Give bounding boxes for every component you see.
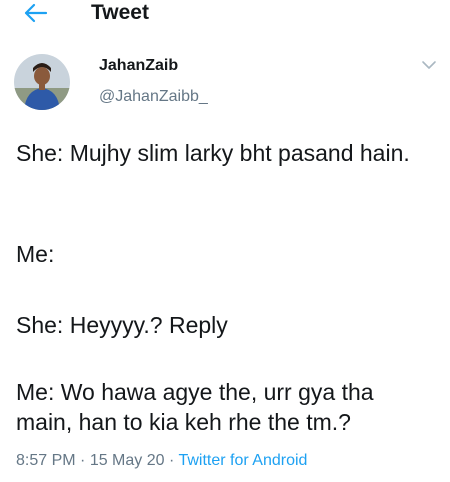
meta-separator: · [164, 452, 179, 469]
author-handle[interactable]: @JahanZaibb_ [99, 88, 208, 106]
tweet-menu-button[interactable] [420, 58, 438, 72]
top-bar: Tweet [0, 0, 450, 34]
back-button[interactable] [22, 1, 50, 25]
tweet-source-link[interactable]: Twitter for Android [178, 452, 307, 469]
avatar[interactable] [14, 54, 70, 110]
arrow-left-icon [24, 3, 48, 23]
meta-separator: · [75, 452, 90, 469]
chevron-down-icon [422, 61, 436, 69]
profile-photo [14, 54, 70, 110]
tweet-paragraph: Me: [16, 241, 55, 267]
author-display-name[interactable]: JahanZaib [99, 57, 178, 75]
page-title: Tweet [91, 1, 149, 24]
tweet-metadata: 8:57 PM · 15 May 20 · Twitter for Androi… [16, 452, 307, 470]
tweet-date: 15 May 20 [89, 452, 165, 469]
tweet-paragraph: She: Heyyyy.? Reply [16, 312, 228, 338]
tweet-paragraph: Me: Wo hawa agye the, urr gya tha main, … [16, 379, 374, 435]
tweet-paragraph: She: Mujhy slim larky bht pasand hain. [16, 140, 410, 166]
tweet-time: 8:57 PM [16, 452, 76, 469]
